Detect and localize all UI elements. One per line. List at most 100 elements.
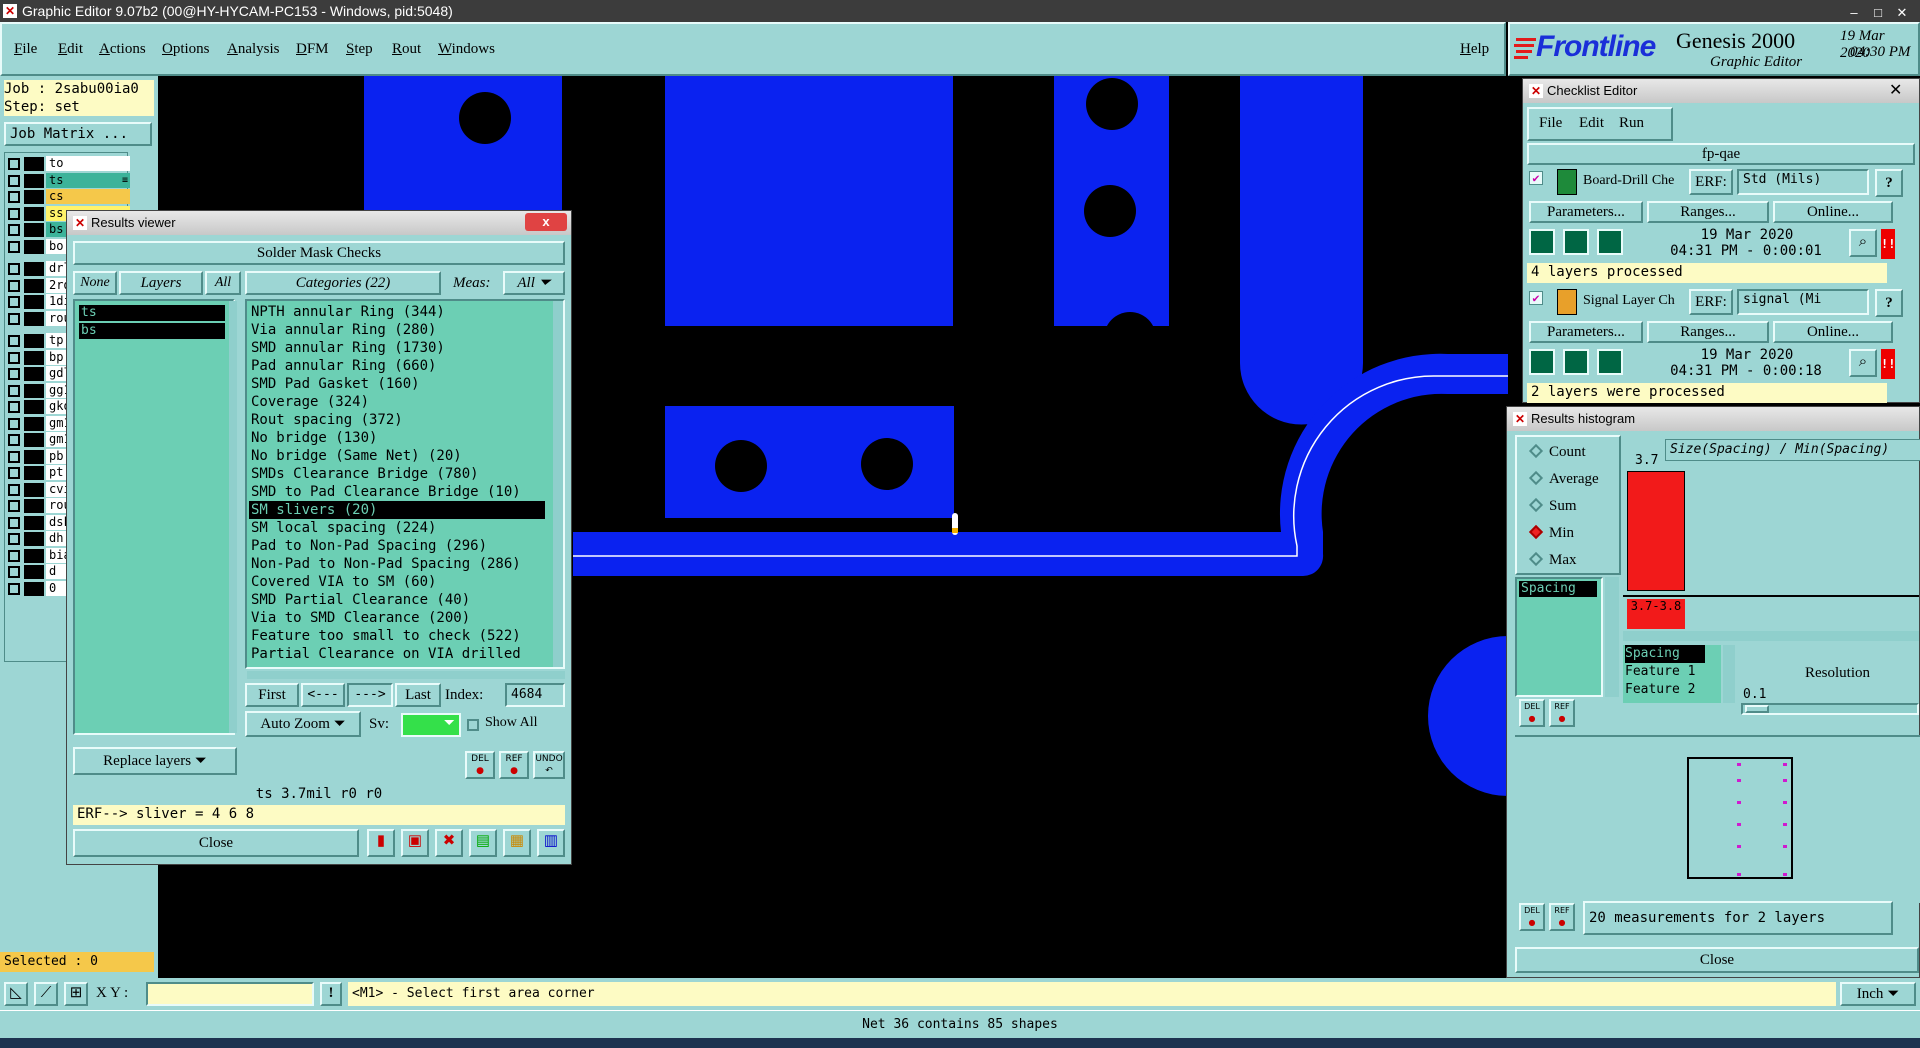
layer-checkbox[interactable] [8,401,20,413]
menu-help[interactable]: Help [1460,41,1489,58]
checklist-menu-edit[interactable]: Edit [1579,115,1604,132]
close-window-button[interactable]: ✕ [1890,2,1914,24]
online-button[interactable]: Online... [1773,201,1893,223]
erf-value[interactable]: Std (Mils) [1737,169,1869,195]
show-all-checkbox[interactable] [467,719,479,731]
histogram-fields[interactable]: Spacing Feature 1 Feature 2 [1623,645,1721,703]
menu-file[interactable]: File [14,41,37,58]
layer-checkbox[interactable] [8,263,20,275]
maximize-button[interactable]: □ [1866,2,1890,24]
category-item[interactable]: SM local spacing (224) [249,519,545,537]
categories-button[interactable]: Categories (22) [245,271,441,295]
layers-button[interactable]: Layers [119,271,203,295]
layer-checkbox[interactable] [8,240,20,253]
erf-value[interactable]: signal (Mi [1737,289,1869,315]
layers-scrollbar[interactable] [229,301,237,733]
layer-checkbox[interactable] [8,582,20,595]
layer-checkbox[interactable] [8,312,20,325]
online-button[interactable]: Online... [1773,321,1893,343]
category-item[interactable]: SMD to Pad Clearance Bridge (10) [249,483,545,501]
ranges-button[interactable]: Ranges... [1647,321,1769,343]
layer-checkbox[interactable] [8,224,20,236]
category-item[interactable]: Feature too small to check (522) [249,627,545,645]
layer-item-ts[interactable]: ts [79,305,225,321]
results-close-button[interactable]: Close [73,829,359,857]
layer-checkbox[interactable] [8,158,20,170]
categories-scrollbar[interactable] [553,301,563,667]
layer-checkbox[interactable] [8,207,20,220]
category-item[interactable]: Covered VIA to SM (60) [249,573,545,591]
run-check-icon[interactable] [1529,229,1555,255]
category-item[interactable]: Pad to Non-Pad Spacing (296) [249,537,545,555]
layer-checkbox[interactable] [8,566,20,578]
layer-checkbox[interactable] [8,384,20,397]
field-feature-1[interactable]: Feature 1 [1625,663,1721,681]
category-item[interactable]: Pad annular Ring (660) [249,357,545,375]
layer-name[interactable]: cs [46,189,130,204]
radio-indicator[interactable] [1528,497,1544,513]
copper-arc[interactable] [1428,636,1508,796]
export-icon[interactable]: ▤ [469,829,497,857]
undo-button[interactable]: UNDO ↶ [533,751,565,779]
parameters-button[interactable]: Parameters... [1529,321,1643,343]
category-item[interactable]: Via to SMD Clearance (200) [249,609,545,627]
layer-row[interactable]: ts ≡ [8,172,130,189]
radio-indicator[interactable] [1528,470,1544,486]
first-button[interactable]: First [245,683,299,707]
check-name[interactable]: Board-Drill Che [1583,173,1687,189]
layer-item-bs[interactable]: bs [79,323,225,339]
select-all-button[interactable]: All [205,271,241,295]
layer-checkbox[interactable] [8,351,20,364]
category-item[interactable]: No bridge (Same Net) (20) [249,447,545,465]
layer-checkbox[interactable] [8,434,20,446]
histogram-del-button[interactable]: DEL ● [1519,699,1545,727]
histogram-icon[interactable]: ▥ [537,829,565,857]
run-net-icon[interactable] [1597,349,1623,375]
resolution-slider[interactable] [1741,703,1919,715]
layer-checkbox[interactable] [8,467,20,479]
menu-options[interactable]: Options [162,41,210,58]
last-button[interactable]: Last [395,683,441,707]
check-name[interactable]: Signal Layer Ch [1583,293,1687,309]
menu-edit[interactable]: Edit [58,41,83,58]
field-feature-2[interactable]: Feature 2 [1625,681,1721,699]
menu-rout[interactable]: Rout [392,41,421,58]
histogram-list-item[interactable]: Spacing [1519,581,1597,597]
checklist-menu-run[interactable]: Run [1619,115,1644,132]
layer-checkbox[interactable] [8,450,20,463]
categories-list[interactable]: NPTH annular Ring (344) Via annular Ring … [245,299,565,669]
report-icon[interactable]: ▣ [401,829,429,857]
histogram-list[interactable]: Spacing [1515,577,1603,697]
layer-checkbox[interactable] [8,483,20,496]
fields-scrollbar[interactable] [1723,645,1735,703]
layer-checkbox[interactable] [8,533,20,545]
run-area-icon[interactable] [1563,349,1589,375]
copper-finger[interactable] [1240,76,1363,425]
replace-layers-dropdown[interactable]: Replace layers ⏷ [73,747,237,775]
layer-checkbox[interactable] [8,417,20,430]
notes-icon[interactable]: ▦ [503,829,531,857]
check-enable-checkbox[interactable]: ✔ [1529,291,1543,305]
radio-indicator[interactable] [1528,443,1544,459]
preview-ref-button[interactable]: REF ● [1549,903,1575,931]
chart-icon[interactable]: ▮ [367,829,395,857]
aggregate-option[interactable]: Max [1528,549,1577,571]
meas-dropdown[interactable]: All ⏷ [503,271,565,295]
layer-name[interactable]: to [46,156,130,171]
layer-checkbox[interactable] [8,279,20,292]
menu-dfm[interactable]: DFM [296,41,329,58]
layer-checkbox[interactable] [8,516,20,529]
category-item[interactable]: No bridge (130) [249,429,545,447]
category-item[interactable]: SMD annular Ring (1730) [249,339,545,357]
run-area-icon[interactable] [1563,229,1589,255]
xy-input[interactable] [146,982,314,1006]
layers-list[interactable]: ts bs [73,299,237,735]
index-input[interactable]: 4684 [505,683,565,707]
resolution-slider-handle[interactable] [1745,705,1769,713]
histogram-bar[interactable] [1627,471,1685,591]
auto-zoom-dropdown[interactable]: Auto Zoom ⏷ [245,711,361,737]
layer-checkbox[interactable] [8,335,20,347]
category-item[interactable]: SMDs Clearance Bridge (780) [249,465,545,483]
histogram-list-scrollbar[interactable] [1605,577,1619,697]
layer-checkbox[interactable] [8,296,20,308]
